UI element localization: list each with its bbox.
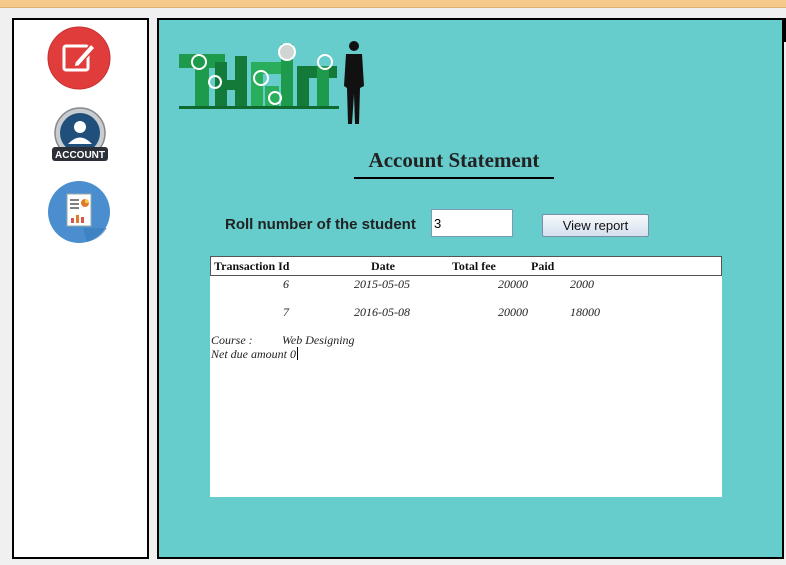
- column-header-transaction-id: Transaction Id: [214, 259, 290, 273]
- window-top-border: [0, 0, 786, 8]
- column-header-date: Date: [371, 259, 395, 273]
- row-1-paid: 2000: [570, 277, 594, 291]
- report-icon[interactable]: [47, 180, 111, 244]
- roll-number-input[interactable]: [431, 209, 513, 237]
- row-2-total-fee: 20000: [498, 305, 528, 319]
- row-1-transaction-id: 6: [283, 277, 289, 291]
- thrift-logo: [177, 36, 367, 128]
- view-report-button[interactable]: View report: [542, 214, 649, 237]
- row-2-paid: 18000: [570, 305, 600, 319]
- net-due-text: Net due amount 0: [211, 347, 296, 361]
- report-text-area[interactable]: 6 2015-05-05 20000 2000 7 2016-05-08 200…: [210, 277, 722, 497]
- account-badge-text: ACCOUNT: [55, 150, 105, 161]
- main-panel: Account Statement Roll number of the stu…: [157, 18, 784, 559]
- row-1-total-fee: 20000: [498, 277, 528, 291]
- net-due-line: Net due amount 0: [211, 347, 298, 362]
- account-icon[interactable]: ACCOUNT: [48, 106, 112, 170]
- row-2-transaction-id: 7: [283, 305, 289, 319]
- course-label: Course :: [211, 333, 253, 347]
- course-value: Web Designing: [282, 333, 355, 347]
- column-header-paid: Paid: [531, 259, 555, 273]
- column-header-total-fee: Total fee: [452, 259, 496, 273]
- report-area[interactable]: Transaction Id Date Total fee Paid 6 201…: [210, 256, 722, 497]
- row-2-date: 2016-05-08: [354, 305, 410, 319]
- edit-icon[interactable]: [47, 26, 111, 90]
- sidebar: ACCOUNT: [12, 18, 149, 559]
- row-1-date: 2015-05-05: [354, 277, 410, 291]
- roll-number-label: Roll number of the student: [225, 216, 416, 233]
- page-title: Account Statement: [354, 148, 554, 179]
- report-table-header: Transaction Id Date Total fee Paid: [210, 256, 722, 276]
- text-caret: [297, 347, 298, 360]
